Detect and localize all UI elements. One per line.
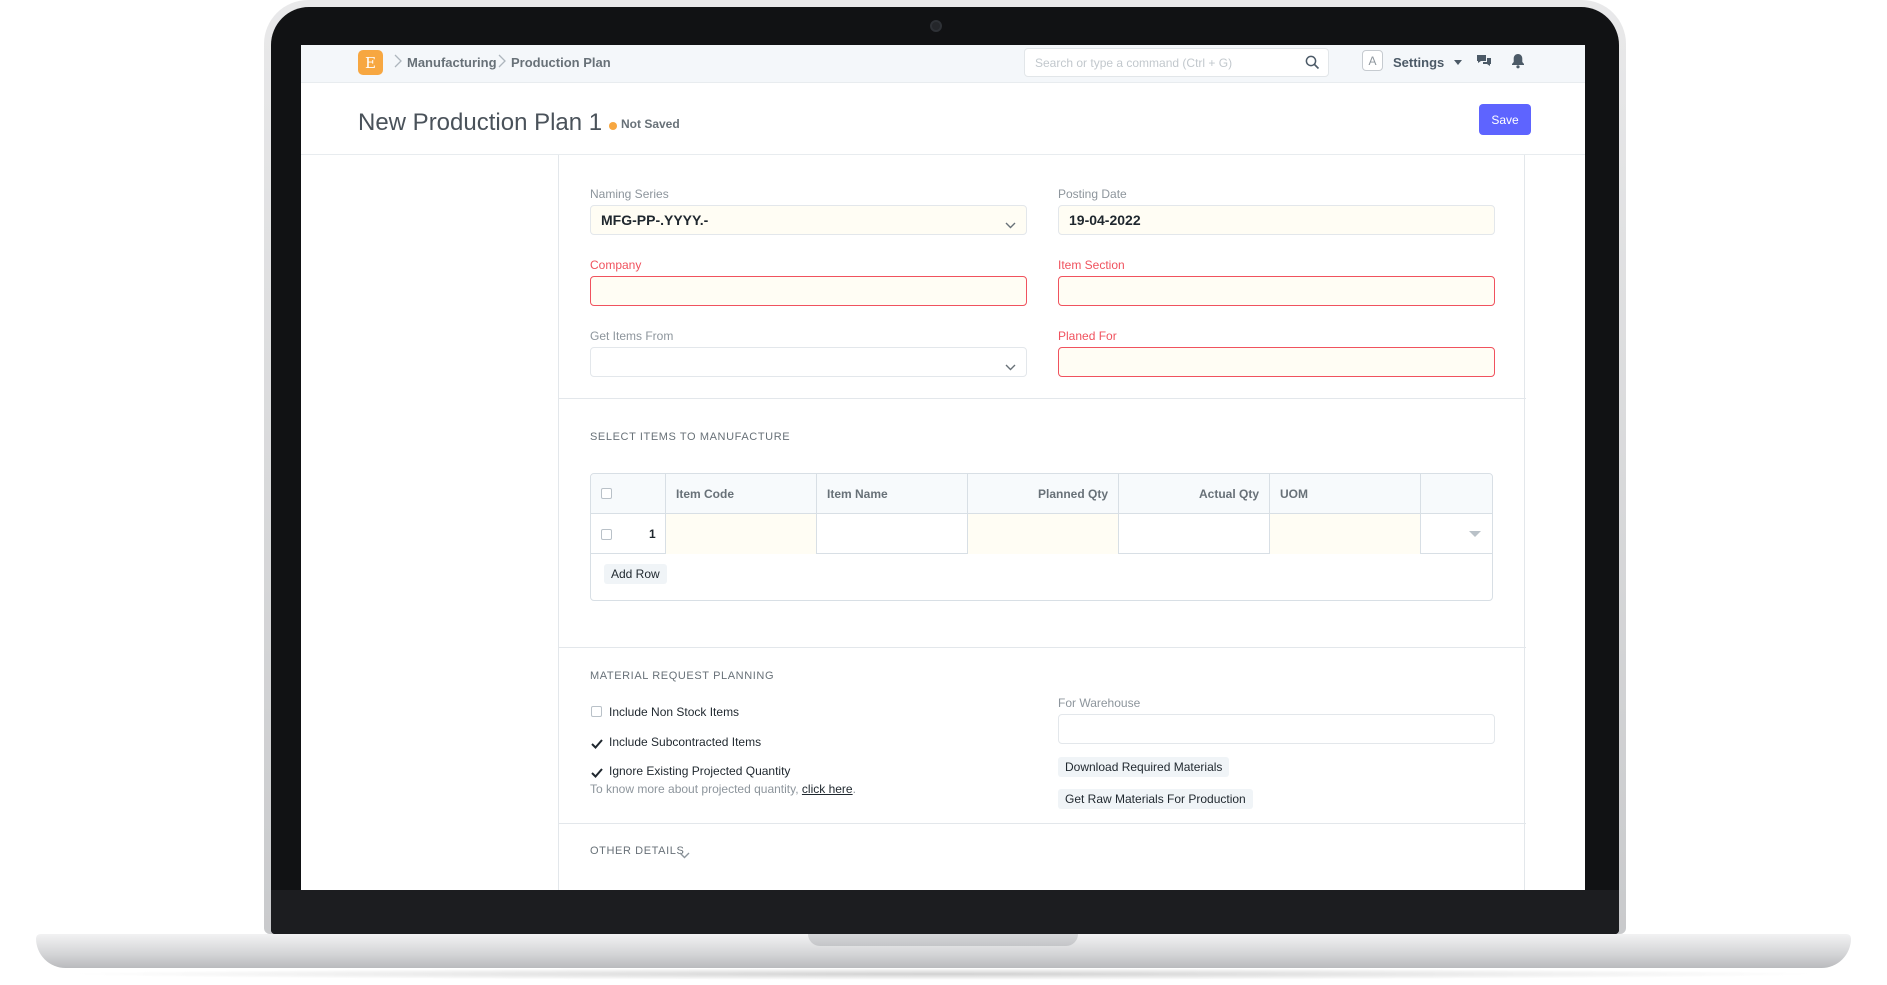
laptop-shadow: [60, 968, 1827, 980]
for-warehouse-label: For Warehouse: [1058, 696, 1141, 710]
breadcrumb-production-plan[interactable]: Production Plan: [511, 55, 611, 70]
select-all-cell: [591, 474, 666, 514]
chevron-right-icon: [498, 54, 506, 71]
bell-icon[interactable]: [1511, 53, 1525, 74]
row-actions-cell: [1421, 514, 1492, 554]
row-index: 1: [649, 527, 656, 541]
chevron-right-icon: [394, 54, 402, 71]
status-indicator: [609, 122, 617, 130]
planed-for-label: Planed For: [1058, 329, 1117, 343]
projected-qty-help: To know more about projected quantity, c…: [590, 782, 856, 796]
help-text: To know more about projected quantity,: [590, 782, 799, 796]
search-icon[interactable]: [1305, 55, 1320, 75]
table-header: Item Code Item Name Planned Qty Actual Q…: [591, 474, 1492, 514]
uom-cell[interactable]: [1270, 514, 1421, 554]
logo-icon[interactable]: E: [358, 50, 383, 75]
planned-qty-cell[interactable]: [968, 514, 1119, 554]
item-section-label: Item Section: [1058, 258, 1125, 272]
laptop-chin: [271, 890, 1619, 934]
search-bar: [1024, 48, 1329, 77]
posting-date-label: Posting Date: [1058, 187, 1127, 201]
naming-series-value: MFG-PP-.YYYY.-: [601, 212, 709, 228]
status-badge: Not Saved: [621, 117, 680, 131]
other-details-title[interactable]: OTHER DETAILS: [590, 845, 684, 857]
camera-icon: [930, 20, 942, 32]
navbar: E Manufacturing Production Plan A Settin…: [301, 45, 1585, 83]
avatar[interactable]: A: [1362, 50, 1383, 71]
download-required-materials-button[interactable]: Download Required Materials: [1058, 757, 1230, 777]
laptop-base-notch: [808, 934, 1078, 946]
chevron-down-icon[interactable]: [679, 846, 690, 864]
row-select-cell: 1: [591, 514, 666, 554]
item-code-cell[interactable]: [666, 514, 817, 554]
click-here-link[interactable]: click here: [802, 782, 853, 796]
include-non-stock-checkbox[interactable]: [591, 706, 602, 717]
posting-date-field[interactable]: 19-04-2022: [1058, 205, 1495, 235]
company-label: Company: [590, 258, 642, 272]
get-items-from-label: Get Items From: [590, 329, 674, 343]
app-screen: E Manufacturing Production Plan A Settin…: [301, 45, 1585, 890]
chevron-down-icon: [1005, 358, 1016, 374]
ignore-projected-qty-label: Ignore Existing Projected Quantity: [609, 764, 791, 778]
form-card: Naming Series MFG-PP-.YYYY.- Posting Dat…: [558, 155, 1526, 890]
section-divider: [559, 823, 1526, 824]
include-subcontracted-label: Include Subcontracted Items: [609, 735, 762, 749]
column-item-name: Item Name: [817, 474, 968, 514]
actual-qty-cell[interactable]: [1119, 514, 1270, 554]
company-field[interactable]: [590, 276, 1027, 306]
chevron-down-icon: [1005, 216, 1016, 232]
row-edit-caret-icon[interactable]: [1469, 531, 1481, 537]
get-raw-materials-button[interactable]: Get Raw Materials For Production: [1058, 789, 1253, 809]
page-header: New Production Plan 1 Not Saved Save: [301, 83, 1585, 155]
check-icon[interactable]: [591, 736, 603, 754]
row-checkbox[interactable]: [601, 529, 612, 540]
table-row[interactable]: 1: [591, 514, 1492, 554]
naming-series-select[interactable]: MFG-PP-.YYYY.-: [590, 205, 1027, 235]
naming-series-label: Naming Series: [590, 187, 669, 201]
add-row-button[interactable]: Add Row: [604, 564, 667, 584]
get-items-from-select[interactable]: [590, 347, 1027, 377]
column-actual-qty: Actual Qty: [1119, 474, 1270, 514]
section-divider: [559, 647, 1526, 648]
page-title: New Production Plan 1: [358, 109, 603, 136]
check-icon[interactable]: [591, 765, 603, 783]
column-actions: [1421, 474, 1492, 514]
chat-icon[interactable]: [1476, 53, 1492, 74]
help-text-end: .: [852, 782, 856, 796]
section-divider: [559, 398, 1526, 399]
breadcrumb-manufacturing[interactable]: Manufacturing: [407, 55, 497, 70]
column-item-code: Item Code: [666, 474, 817, 514]
save-button[interactable]: Save: [1479, 104, 1531, 135]
posting-date-value: 19-04-2022: [1069, 212, 1141, 228]
material-section-title: MATERIAL REQUEST PLANNING: [590, 670, 775, 682]
items-table: Item Code Item Name Planned Qty Actual Q…: [590, 473, 1493, 601]
item-name-cell[interactable]: [817, 514, 968, 554]
settings-menu[interactable]: Settings: [1393, 55, 1444, 70]
for-warehouse-field[interactable]: [1058, 714, 1495, 744]
include-non-stock-label: Include Non Stock Items: [609, 705, 740, 719]
column-uom: UOM: [1270, 474, 1421, 514]
caret-down-icon[interactable]: [1454, 60, 1462, 65]
select-all-checkbox[interactable]: [601, 488, 612, 499]
items-section-title: SELECT ITEMS TO MANUFACTURE: [590, 431, 791, 443]
item-section-field[interactable]: [1058, 276, 1495, 306]
planed-for-field[interactable]: [1058, 347, 1495, 377]
column-planned-qty: Planned Qty: [968, 474, 1119, 514]
search-input[interactable]: [1025, 49, 1290, 76]
